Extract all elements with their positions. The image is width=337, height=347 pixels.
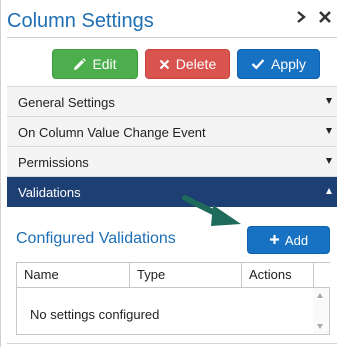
scroll-up-icon[interactable]	[317, 293, 323, 298]
validations-table: Name Type Actions No settings configured	[16, 262, 330, 335]
panel-title: Column Settings	[7, 10, 154, 32]
section-label: On Column Value Change Event	[18, 125, 206, 140]
bottom-divider	[7, 343, 337, 344]
section-label: Validations	[18, 185, 81, 200]
caret-down-icon	[326, 98, 332, 104]
check-icon	[251, 58, 265, 70]
close-icon[interactable]	[317, 8, 333, 26]
column-header-actions[interactable]: Actions	[242, 263, 314, 288]
caret-down-icon	[326, 128, 332, 134]
apply-button[interactable]: Apply	[237, 49, 320, 79]
delete-button[interactable]: Delete	[145, 49, 230, 79]
section-on-column-value-change-event[interactable]: On Column Value Change Event	[7, 117, 337, 147]
section-label: Permissions	[18, 155, 89, 170]
edit-button[interactable]: Edit	[52, 49, 138, 79]
empty-message: No settings configured	[30, 307, 160, 322]
delete-button-label: Delete	[175, 56, 217, 72]
plus-icon	[269, 233, 280, 248]
edit-button-label: Edit	[92, 56, 117, 72]
panel-header: Column Settings	[1, 0, 337, 40]
column-header-name[interactable]: Name	[17, 263, 130, 288]
section-general-settings[interactable]: General Settings	[7, 87, 337, 117]
times-icon	[159, 59, 170, 70]
pointer-arrow-icon	[181, 194, 245, 235]
caret-down-icon	[326, 158, 332, 164]
column-header-spacer	[314, 263, 330, 288]
apply-button-label: Apply	[270, 56, 307, 72]
chevron-right-icon[interactable]	[294, 8, 308, 26]
header-divider	[7, 37, 337, 38]
pencil-icon	[73, 57, 87, 71]
column-header-type[interactable]: Type	[130, 263, 242, 288]
configured-validations-title: Configured Validations	[16, 230, 176, 247]
table-scrollbar[interactable]	[313, 288, 329, 334]
column-settings-panel: Column Settings Edit Delete Apply Genera…	[0, 0, 337, 347]
section-permissions[interactable]: Permissions	[7, 147, 337, 177]
scroll-down-icon[interactable]	[317, 324, 323, 329]
add-validation-button[interactable]: Add	[247, 226, 330, 254]
section-validations[interactable]: Validations	[7, 177, 337, 207]
caret-up-icon	[326, 188, 332, 194]
section-label: General Settings	[18, 95, 115, 110]
add-button-label: Add	[284, 232, 309, 248]
